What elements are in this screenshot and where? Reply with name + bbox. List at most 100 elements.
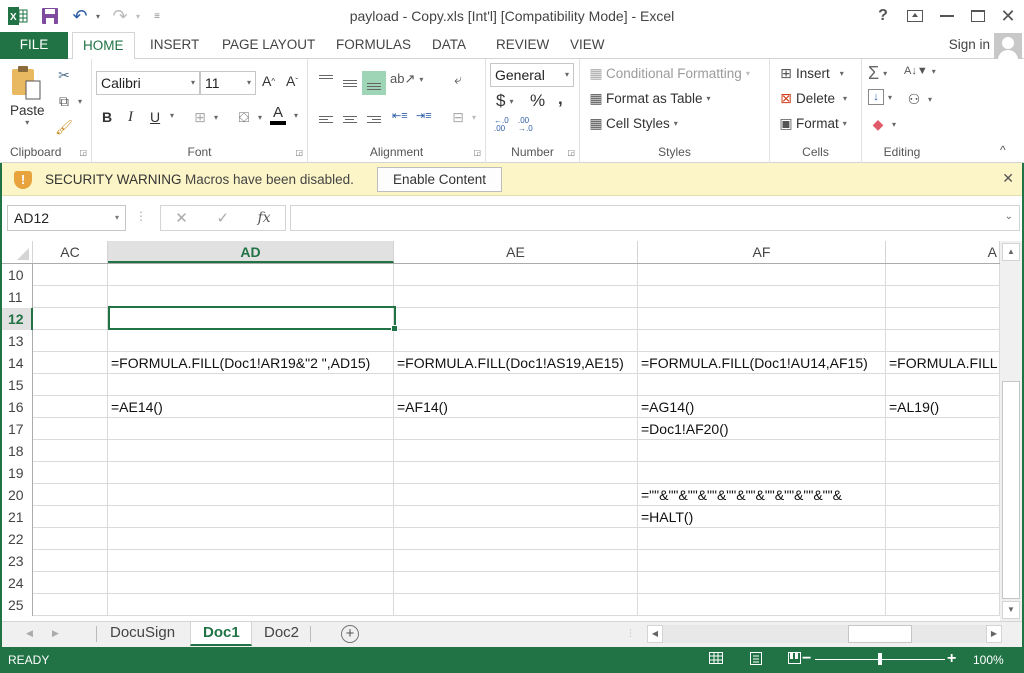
scroll-left-icon[interactable]: ◀ [647, 625, 663, 643]
row-header[interactable]: 16 [2, 396, 33, 418]
horizontal-scrollbar[interactable]: ◀ ▶ [647, 625, 1002, 643]
percent-style-button[interactable]: % [530, 91, 545, 111]
decrease-indent-button[interactable]: ⇤≡ [392, 109, 408, 122]
scroll-down-icon[interactable]: ▼ [1002, 601, 1020, 619]
cell-af18[interactable] [638, 440, 886, 462]
column-header[interactable]: AE [394, 241, 638, 263]
close-button[interactable]: ✕ [993, 4, 1023, 28]
row-header[interactable]: 25 [2, 594, 33, 616]
cell-ad24[interactable] [108, 572, 394, 594]
enter-icon[interactable]: ✓ [216, 209, 229, 227]
cell-ae16[interactable]: =AF14() [394, 396, 638, 418]
row-header[interactable]: 14 [2, 352, 33, 374]
cell-a13[interactable] [886, 330, 1000, 352]
zoom-level[interactable]: 100% [973, 653, 1004, 667]
cell-a24[interactable] [886, 572, 1000, 594]
row-header[interactable]: 18 [2, 440, 33, 462]
row-header[interactable]: 10 [2, 264, 33, 286]
resize-handle[interactable]: ⋮ [135, 209, 147, 223]
zoom-slider-thumb[interactable] [878, 653, 882, 665]
italic-button[interactable]: I [128, 109, 133, 126]
cell-ac10[interactable] [33, 264, 108, 286]
cell-ac15[interactable] [33, 374, 108, 396]
orientation-button[interactable]: ab↗ ▾ [390, 71, 423, 87]
cell-ae18[interactable] [394, 440, 638, 462]
cell-ae13[interactable] [394, 330, 638, 352]
cell-af15[interactable] [638, 374, 886, 396]
column-header[interactable]: A [886, 241, 1000, 263]
cell-ad10[interactable] [108, 264, 394, 286]
row-header[interactable]: 11 [2, 286, 33, 308]
cell-ac21[interactable] [33, 506, 108, 528]
cell-ac17[interactable] [33, 418, 108, 440]
cell-ae25[interactable] [394, 594, 638, 616]
cell-af25[interactable] [638, 594, 886, 616]
cut-button[interactable]: ✂ [54, 65, 74, 85]
alignment-launcher-icon[interactable]: ◲ [473, 148, 481, 157]
cell-ae20[interactable] [394, 484, 638, 506]
cell-ac19[interactable] [33, 462, 108, 484]
cell-ae24[interactable] [394, 572, 638, 594]
cell-af19[interactable] [638, 462, 886, 484]
cell-af23[interactable] [638, 550, 886, 572]
cell-a20[interactable] [886, 484, 1000, 506]
zoom-out-button[interactable]: − [802, 650, 811, 668]
cell-af13[interactable] [638, 330, 886, 352]
borders-button[interactable]: ⊞ ▾ [190, 107, 218, 127]
cell-ac23[interactable] [33, 550, 108, 572]
row-header[interactable]: 21 [2, 506, 33, 528]
cell-a23[interactable] [886, 550, 1000, 572]
cell-ad15[interactable] [108, 374, 394, 396]
cell-af17[interactable]: =Doc1!AF20() [638, 418, 886, 440]
insert-function-icon[interactable]: fx [258, 210, 271, 226]
column-header[interactable]: AD [108, 241, 394, 263]
tab-review[interactable]: REVIEW [486, 32, 559, 59]
cell-af11[interactable] [638, 286, 886, 308]
merge-center-button[interactable]: ⊟ ▾ [448, 107, 476, 127]
increase-indent-button[interactable]: ⇥≡ [416, 109, 432, 122]
cell-af14[interactable]: =FORMULA.FILL(Doc1!AU14,AF15) [638, 352, 886, 374]
cell-ad21[interactable] [108, 506, 394, 528]
help-button[interactable]: ? [868, 4, 898, 28]
row-header[interactable]: 19 [2, 462, 33, 484]
comma-style-button[interactable]: , [558, 89, 563, 109]
sort-filter-button[interactable]: A↓▼ ▾ [904, 65, 936, 77]
cell-af12[interactable] [638, 308, 886, 330]
cell-ad11[interactable] [108, 286, 394, 308]
sheet-tab-doc1[interactable]: Doc1 [190, 622, 252, 646]
close-icon[interactable]: ✕ [1002, 170, 1014, 187]
column-header[interactable]: AF [638, 241, 886, 263]
cell-a11[interactable] [886, 286, 1000, 308]
enable-content-button[interactable]: Enable Content [377, 167, 502, 192]
font-name-combo[interactable]: Calibri ▾ [96, 71, 200, 95]
sign-in-link[interactable]: Sign in [949, 37, 990, 52]
cell-a18[interactable] [886, 440, 1000, 462]
cell-a14[interactable]: =FORMULA.FILL [886, 352, 1000, 374]
align-right-button[interactable] [362, 107, 386, 131]
cell-ae22[interactable] [394, 528, 638, 550]
cell-ad16[interactable]: =AE14() [108, 396, 394, 418]
cell-ae19[interactable] [394, 462, 638, 484]
tab-formulas[interactable]: FORMULAS [326, 32, 421, 59]
cell-ad13[interactable] [108, 330, 394, 352]
conditional-formatting-button[interactable]: ▦ Conditional Formatting ▾ [586, 63, 749, 83]
middle-align-button[interactable] [338, 71, 362, 95]
sheet-tab-docusign[interactable]: DocuSign [98, 622, 187, 646]
cell-af21[interactable]: =HALT() [638, 506, 886, 528]
wrap-text-button[interactable]: ⤶ [448, 69, 468, 89]
align-left-button[interactable] [314, 107, 338, 131]
number-launcher-icon[interactable]: ◲ [567, 148, 575, 157]
paste-button[interactable]: Paste ▾ [10, 65, 45, 127]
format-cells-button[interactable]: ▣ Format ▾ [776, 113, 846, 133]
spreadsheet-grid[interactable]: AC AD AE AF A 10 11 12 13 14 =FORMULA.FILL(Do… [2, 241, 1000, 621]
insert-cells-button[interactable]: ⊞ Insert ▾ [776, 63, 844, 83]
font-color-button[interactable]: A [270, 105, 286, 125]
column-header[interactable]: AC [33, 241, 108, 263]
cell-af22[interactable] [638, 528, 886, 550]
select-all-button[interactable] [2, 241, 33, 263]
formula-input[interactable]: ⌄ [290, 205, 1020, 231]
format-as-table-button[interactable]: ▦ Format as Table ▾ [586, 88, 710, 108]
row-header[interactable]: 24 [2, 572, 33, 594]
row-header[interactable]: 12 [2, 308, 33, 330]
find-select-button[interactable]: ⚇ ▾ [904, 89, 932, 109]
